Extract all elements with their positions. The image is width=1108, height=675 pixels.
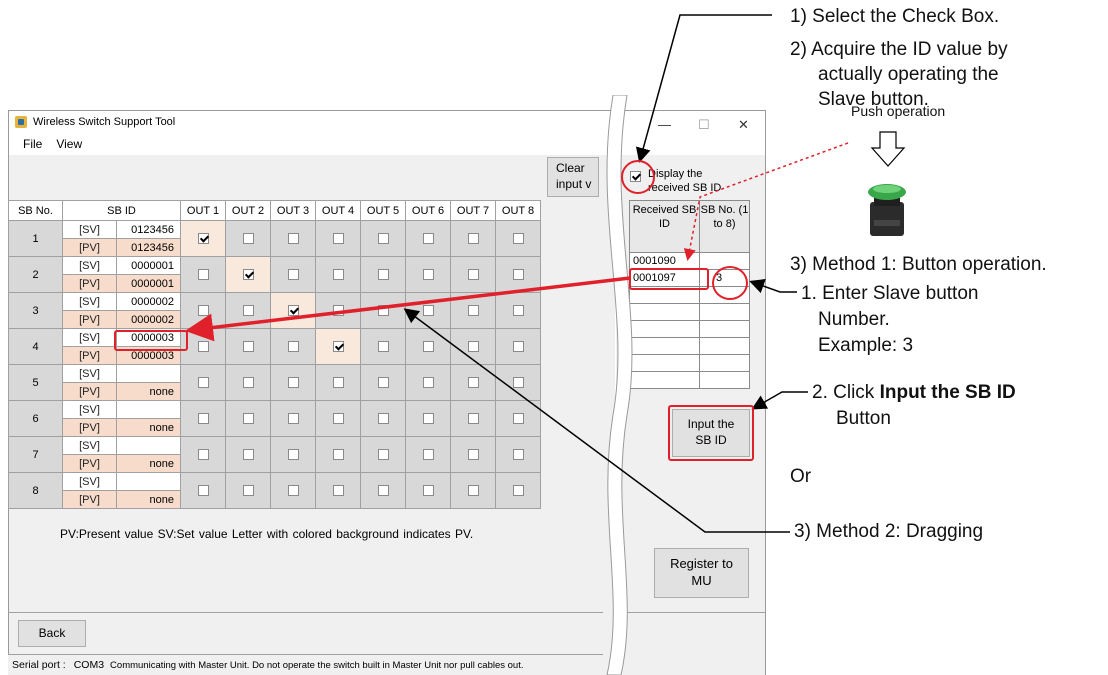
annotation-step1: 1) Select the Check Box.	[790, 6, 1000, 27]
annotation-method1: 3) Method 1: Button operation.	[790, 254, 1047, 275]
highlight-checkbox-circle	[621, 160, 655, 194]
annotation-step2-line2: actually operating the	[818, 64, 999, 85]
annotation-method1-step1-line1: 1. Enter Slave button	[801, 283, 979, 304]
annotation-step2-line1: 2) Acquire the ID value by	[790, 39, 1008, 60]
annotation-or: Or	[790, 466, 812, 487]
down-arrow-icon	[870, 131, 906, 167]
annotation-method2: 3) Method 2: Dragging	[794, 521, 984, 542]
annotation-method1-step1-line2: Number.	[818, 309, 890, 330]
slave-push-button-icon	[868, 184, 906, 236]
annotation-method1-step2: 2. Click Input the SB ID	[812, 382, 1016, 403]
highlight-sbno-circle	[712, 266, 748, 300]
highlight-received-id-box	[629, 268, 709, 290]
highlight-grid-cell-box	[114, 330, 188, 351]
highlight-input-button-box	[668, 405, 754, 461]
annotation-method1-step1-line3: Example: 3	[818, 335, 914, 356]
annotation-step2-line3: Slave button.	[818, 89, 929, 110]
annotation-method1-step2-line2: Button	[836, 408, 891, 429]
